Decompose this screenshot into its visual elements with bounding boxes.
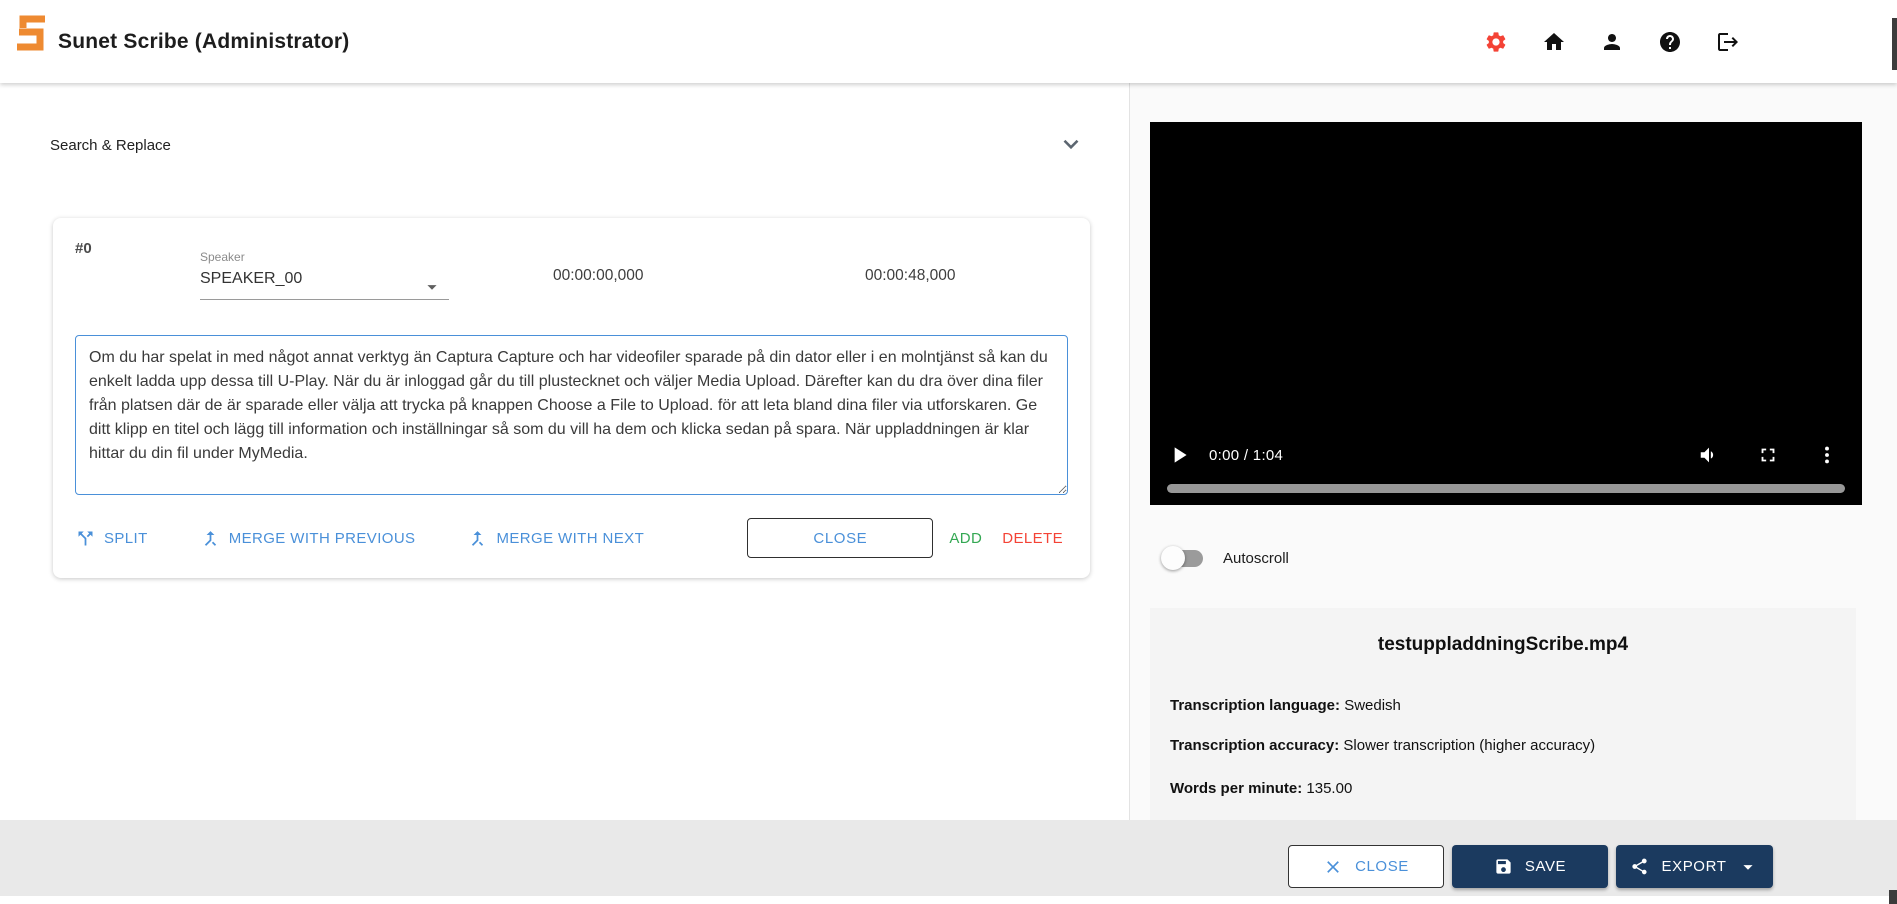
footer-action-bar: CLOSE SAVE EXPORT [0,820,1897,896]
save-button-label: SAVE [1525,858,1566,875]
search-replace-label: Search & Replace [50,137,171,154]
info-value: Swedish [1340,697,1401,714]
add-segment-button[interactable]: ADD [949,530,982,547]
info-value: Slower transcription (higher accuracy) [1339,737,1595,754]
app-window: Sunet Scribe (Administrator) Search & Re… [0,0,1897,904]
info-row-language: Transcription language: Swedish [1170,697,1401,714]
more-options-icon[interactable] [1816,444,1838,466]
video-player[interactable]: 0:00 / 1:04 [1150,122,1862,505]
autoscroll-toggle[interactable] [1161,545,1205,571]
page-title: Sunet Scribe (Administrator) [58,30,349,54]
export-button-label: EXPORT [1661,858,1726,875]
save-button[interactable]: SAVE [1452,845,1608,888]
info-label: Transcription accuracy: [1170,737,1339,754]
save-icon [1494,857,1513,876]
close-button-label: CLOSE [1355,858,1409,875]
info-label: Transcription language: [1170,697,1340,714]
autoscroll-label: Autoscroll [1223,550,1289,567]
video-controls: 0:00 / 1:04 [1166,440,1838,470]
toggle-knob [1161,546,1185,570]
volume-icon[interactable] [1698,444,1720,466]
scrollbar-thumb[interactable] [1892,18,1897,70]
info-row-wpm: Words per minute: 135.00 [1170,780,1352,797]
fullscreen-icon[interactable] [1757,444,1779,466]
merge-next-label: MERGE WITH NEXT [496,530,644,547]
file-info-panel: testuppladdningScribe.mp4 Transcription … [1150,608,1856,822]
settings-icon[interactable] [1484,30,1508,54]
autoscroll-control: Autoscroll [1161,545,1289,571]
export-button[interactable]: EXPORT [1616,845,1773,888]
close-icon [1323,857,1343,877]
file-name: testuppladdningScribe.mp4 [1150,634,1856,656]
app-header: Sunet Scribe (Administrator) [0,0,1897,83]
segment-index: #0 [75,240,92,257]
segment-actions-row: SPLIT MERGE WITH PREVIOUS MERGE WITH NEX… [75,515,1063,561]
merge-icon [467,528,488,549]
merge-with-next-button[interactable]: MERGE WITH NEXT [467,528,644,549]
info-value: 135.00 [1302,780,1352,797]
split-button[interactable]: SPLIT [75,528,148,549]
video-progress-bar[interactable] [1167,484,1845,493]
share-icon [1630,857,1649,876]
video-time-display: 0:00 / 1:04 [1209,447,1283,464]
merge-previous-label: MERGE WITH PREVIOUS [229,530,416,547]
speaker-select[interactable]: Speaker SPEAKER_00 [200,250,449,300]
info-row-accuracy: Transcription accuracy: Slower transcrip… [1170,737,1595,754]
close-button[interactable]: CLOSE [1288,845,1444,888]
scrollbar-corner [1889,890,1897,904]
segment-end-time: 00:00:48,000 [865,267,956,285]
segment-close-button[interactable]: CLOSE [747,518,933,558]
delete-segment-button[interactable]: DELETE [1002,530,1063,547]
logout-icon[interactable] [1716,30,1740,54]
segment-card: #0 Speaker SPEAKER_00 00:00:00,000 00:00… [53,218,1090,578]
search-replace-header[interactable]: Search & Replace [0,83,1100,193]
split-button-label: SPLIT [104,530,148,547]
transcript-panel: Search & Replace #0 Speaker SPEAKER_00 0… [0,83,1130,822]
home-icon[interactable] [1542,30,1566,54]
info-label: Words per minute: [1170,780,1302,797]
split-icon [75,528,96,549]
chevron-down-icon[interactable] [1058,131,1084,157]
merge-icon [200,528,221,549]
user-icon[interactable] [1600,30,1624,54]
speaker-field-value: SPEAKER_00 [200,270,449,288]
dropdown-arrow-icon [421,276,443,298]
help-icon[interactable] [1658,30,1682,54]
play-icon[interactable] [1166,442,1192,468]
segment-start-time: 00:00:00,000 [553,267,644,285]
merge-with-previous-button[interactable]: MERGE WITH PREVIOUS [200,528,416,549]
video-controls-right [1698,444,1838,466]
caret-down-icon [1737,856,1759,878]
speaker-field-label: Speaker [200,250,449,264]
segment-text-input[interactable]: Om du har spelat in med något annat verk… [75,335,1068,495]
header-icon-bar [1484,0,1740,83]
sunet-logo-icon [14,13,50,53]
